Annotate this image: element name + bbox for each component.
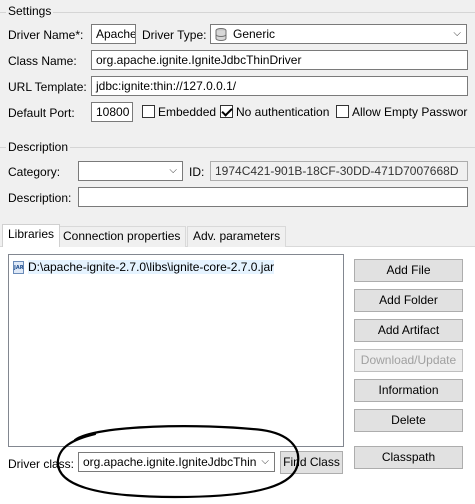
default-port-input[interactable]: 10800 xyxy=(91,102,133,122)
embedded-checkbox[interactable] xyxy=(142,105,155,118)
libraries-list[interactable]: JAR D:\apache-ignite-2.7.0\libs\ignite-co… xyxy=(8,254,344,447)
library-path: D:\apache-ignite-2.7.0\libs\ignite-core-… xyxy=(28,260,275,274)
url-template-label: URL Template: xyxy=(8,80,87,94)
chevron-down-icon: ⌵ xyxy=(453,28,461,39)
add-file-button[interactable]: Add File xyxy=(354,259,463,282)
category-label: Category: xyxy=(8,165,61,179)
driver-type-label: Driver Type: xyxy=(142,28,207,42)
add-folder-button[interactable]: Add Folder xyxy=(354,289,463,312)
delete-button[interactable]: Delete xyxy=(354,409,463,432)
class-name-label: Class Name: xyxy=(8,54,77,68)
no-authentication-label: No authentication xyxy=(236,105,330,119)
chevron-down-icon: ⌵ xyxy=(169,165,177,176)
chevron-down-icon: ⌵ xyxy=(261,456,269,467)
driver-name-input[interactable]: Apache xyxy=(91,24,136,44)
database-icon xyxy=(215,28,227,41)
tab-connection-properties[interactable]: Connection properties xyxy=(57,226,187,247)
description-label: Description: xyxy=(8,191,72,205)
class-name-input[interactable]: org.apache.ignite.IgniteJdbcThinDriver xyxy=(91,50,468,70)
category-select[interactable]: ⌵ xyxy=(78,161,183,181)
tab-adv-parameters[interactable]: Adv. parameters xyxy=(187,226,287,247)
url-template-input[interactable]: jdbc:ignite:thin://127.0.0.1/ xyxy=(91,76,468,96)
settings-group-border xyxy=(0,12,475,13)
no-authentication-checkbox[interactable] xyxy=(220,105,233,118)
driver-class-label: Driver class: xyxy=(8,457,75,471)
description-group-border xyxy=(0,147,475,148)
allow-empty-password-label: Allow Empty Passwor xyxy=(352,105,468,119)
add-artifact-button[interactable]: Add Artifact xyxy=(354,319,463,342)
description-input[interactable] xyxy=(78,187,468,207)
find-class-button[interactable]: Find Class xyxy=(280,451,343,474)
classpath-button[interactable]: Classpath xyxy=(354,446,463,469)
driver-class-select[interactable]: org.apache.ignite.IgniteJdbcThin ⌵ xyxy=(78,452,275,472)
driver-type-value: Generic xyxy=(233,27,276,41)
information-button[interactable]: Information xyxy=(354,379,463,402)
download-update-button[interactable]: Download/Update xyxy=(354,349,463,372)
driver-name-label: Driver Name*: xyxy=(8,28,84,42)
embedded-label: Embedded xyxy=(158,105,217,119)
settings-group-title: Settings xyxy=(6,4,54,18)
allow-empty-password-checkbox[interactable] xyxy=(336,105,349,118)
jar-file-icon: JAR xyxy=(13,261,24,275)
tab-libraries[interactable]: Libraries xyxy=(2,224,61,247)
driver-type-select[interactable]: Generic ⌵ xyxy=(210,24,467,44)
driver-class-value: org.apache.ignite.IgniteJdbcThin xyxy=(83,455,257,469)
default-port-label: Default Port: xyxy=(8,106,75,120)
description-group-title: Description xyxy=(6,140,71,154)
id-label: ID: xyxy=(189,165,205,179)
list-item[interactable]: JAR D:\apache-ignite-2.7.0\libs\ignite-co… xyxy=(13,259,275,276)
id-field: 1974C421-901B-18CF-30DD-471D7007668D xyxy=(210,161,468,181)
